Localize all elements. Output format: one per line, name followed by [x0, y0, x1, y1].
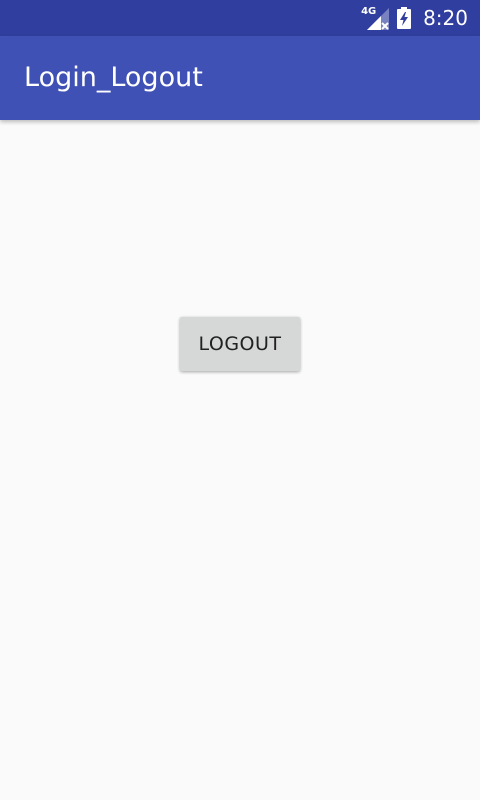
network-indicator: 4G	[361, 6, 390, 30]
battery-charging-icon	[397, 7, 412, 29]
app-bar: Login_Logout	[0, 36, 480, 120]
app-title: Login_Logout	[24, 62, 203, 93]
status-bar: 4G 8:20	[0, 0, 480, 36]
signal-no-data-icon	[367, 8, 390, 30]
logout-button[interactable]: LOGOUT	[180, 317, 300, 371]
main-content: LOGOUT	[0, 120, 480, 800]
status-time: 8:20	[423, 6, 468, 30]
status-icons: 4G 8:20	[361, 0, 468, 36]
